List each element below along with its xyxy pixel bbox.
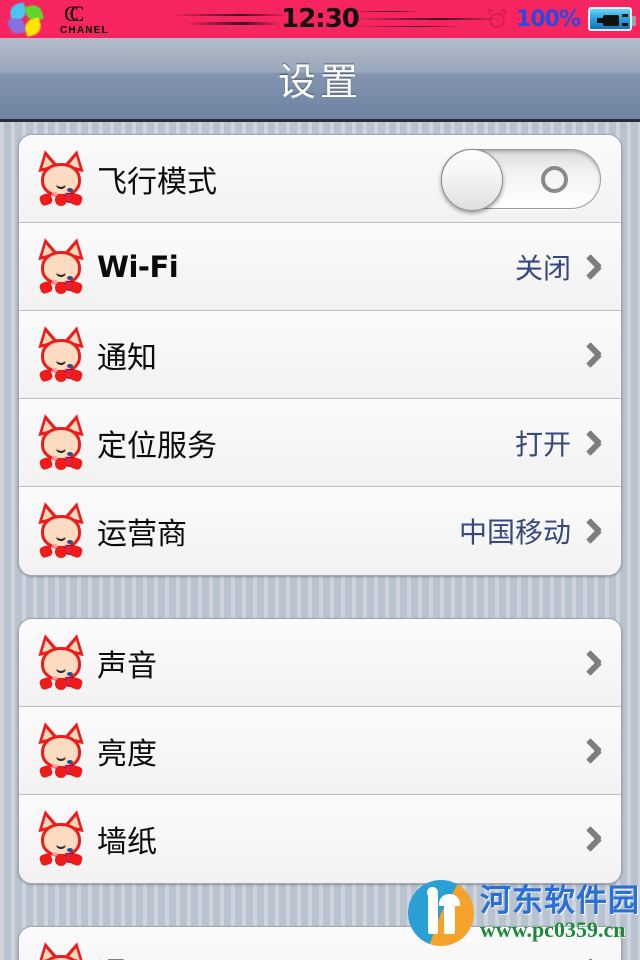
settings-row-sounds[interactable]: 声音 [19, 619, 621, 707]
fox-mascot-icon [34, 631, 88, 692]
row-label: 定位服务 [97, 428, 217, 464]
settings-row-location-services[interactable]: 定位服务 打开 [19, 399, 621, 487]
watermark-site-name: 河东软件园 [480, 883, 640, 920]
row-value: 中国移动 [458, 516, 571, 549]
settings-row-carrier[interactable]: 运营商 中国移动 [19, 487, 621, 575]
toggle-knob[interactable] [441, 148, 503, 211]
chevron-right-icon [583, 954, 603, 960]
chanel-logo: CC CHANEL [56, 1, 124, 37]
status-bar-clock: 12:30 [281, 4, 360, 34]
pinwheel-icon [7, 2, 50, 37]
chanel-monogram: CC [64, 1, 85, 26]
status-bar: CC CHANEL 12:30 100% [0, 0, 640, 38]
fox-mascot-icon [34, 147, 88, 208]
chevron-right-icon [583, 426, 603, 460]
system-group: 通用 [18, 926, 622, 960]
fox-mascot-icon [34, 719, 88, 780]
row-label: 飞行模式 [97, 164, 217, 200]
chanel-wordmark: CHANEL [60, 25, 109, 36]
settings-row-wifi[interactable]: Wi-Fi 关闭 [19, 223, 621, 311]
battery-charging-icon [588, 7, 636, 31]
row-value: 打开 [514, 427, 571, 461]
fox-mascot-icon [34, 939, 88, 960]
phone-screen: CC CHANEL 12:30 100% 设置 飞行模式 Wi-Fi 关闭 通知… [0, 0, 640, 960]
chevron-right-icon [583, 514, 603, 548]
row-value: 关闭 [514, 251, 571, 285]
fox-mascot-icon [34, 323, 88, 384]
page-title: 设置 [277, 60, 362, 104]
settings-row-notifications[interactable]: 通知 [19, 311, 621, 399]
chevron-right-icon [583, 646, 603, 680]
chevron-right-icon [583, 250, 603, 284]
status-bar-right: 100% [486, 0, 636, 38]
row-label: 亮度 [97, 736, 157, 772]
row-label: 通知 [97, 340, 157, 376]
settings-row-brightness[interactable]: 亮度 [19, 707, 621, 795]
row-label: 通用 [97, 949, 157, 960]
settings-row-general[interactable]: 通用 [19, 927, 621, 960]
connectivity-group: 飞行模式 Wi-Fi 关闭 通知 定位服务 打开 运营商 中国移动 [18, 134, 622, 576]
chevron-right-icon [583, 822, 603, 856]
navigation-bar: 设置 [0, 38, 640, 122]
chevron-right-icon [583, 734, 603, 768]
airplane-mode-toggle[interactable] [441, 148, 601, 211]
fox-mascot-icon [34, 411, 88, 472]
row-label: 声音 [97, 648, 157, 684]
battery-percent-label: 100% [516, 6, 581, 32]
toggle-off-ring [541, 165, 568, 193]
chevron-right-icon [583, 338, 603, 372]
display-group: 声音 亮度 墙纸 [18, 618, 622, 884]
row-label: Wi-Fi [97, 249, 179, 284]
settings-row-airplane-mode[interactable]: 飞行模式 [19, 135, 621, 223]
row-label: 墙纸 [97, 825, 157, 860]
row-label: 运营商 [97, 517, 187, 552]
alarm-clock-icon [486, 7, 508, 30]
fox-mascot-icon [34, 807, 88, 868]
fox-mascot-icon [34, 499, 88, 560]
settings-row-wallpaper[interactable]: 墙纸 [19, 795, 621, 883]
status-bar-left: CC CHANEL [0, 1, 124, 37]
fox-mascot-icon [34, 235, 88, 296]
settings-list[interactable]: 飞行模式 Wi-Fi 关闭 通知 定位服务 打开 运营商 中国移动 声音 亮度 … [0, 122, 640, 960]
